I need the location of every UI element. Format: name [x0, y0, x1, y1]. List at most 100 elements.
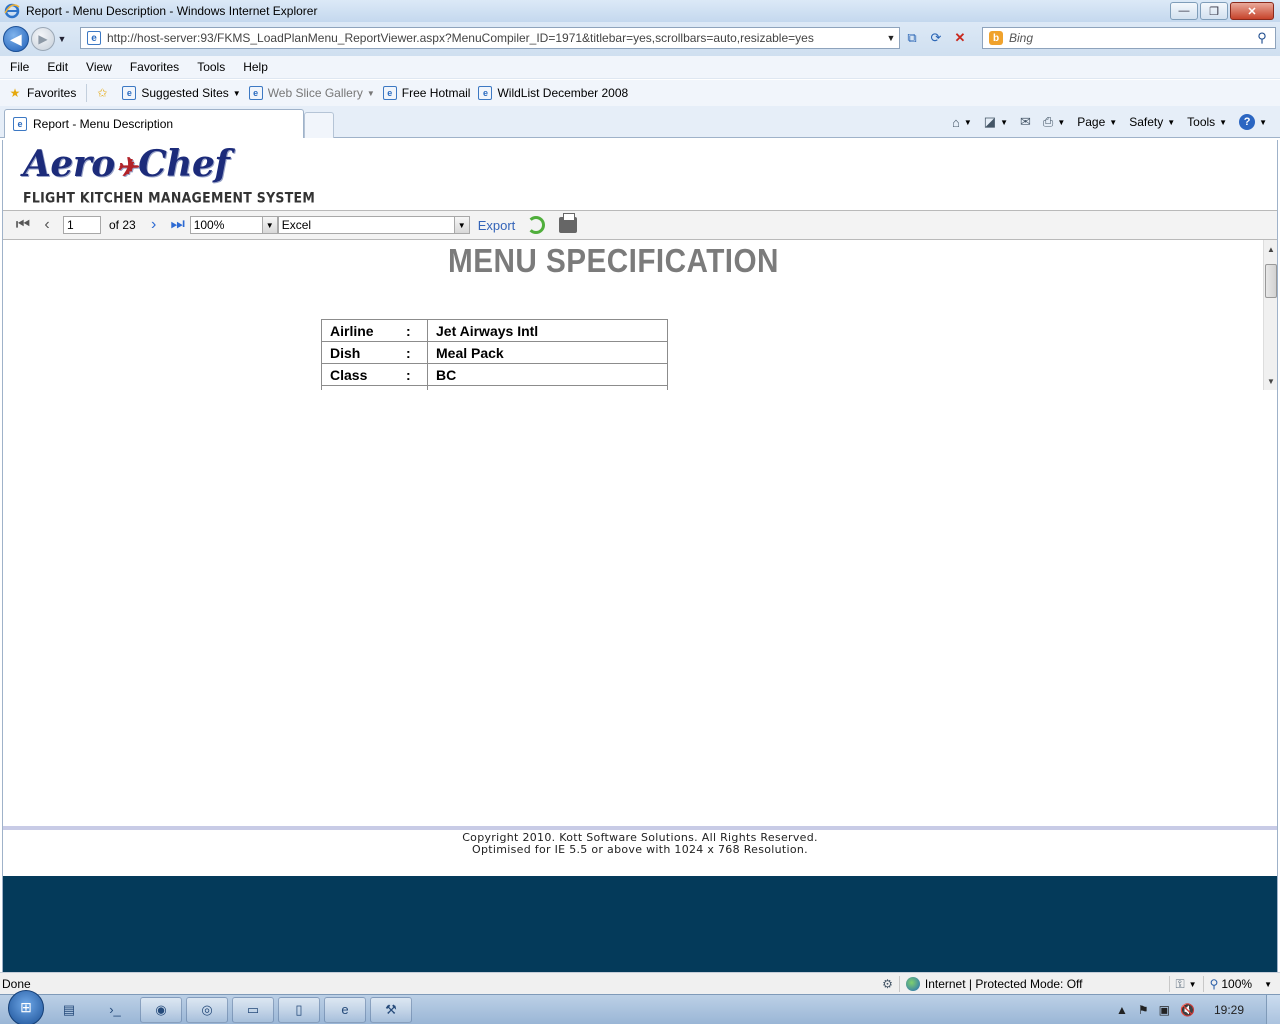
first-page-icon: ⏮	[15, 216, 31, 233]
export-format-select[interactable]: Excel ▼	[277, 216, 470, 234]
new-tab-button[interactable]	[304, 112, 334, 138]
current-page-input[interactable]: 1	[63, 216, 101, 234]
row-value: BC	[427, 363, 668, 386]
taskbar-explorer[interactable]: ▭	[232, 996, 274, 1023]
next-page-button[interactable]: ›	[142, 214, 166, 236]
row-key-cell: Class:	[321, 363, 428, 386]
fav-free-hotmail[interactable]: e Free Hotmail	[382, 86, 470, 100]
zoom-control[interactable]: ⚲ 100% ▼	[1210, 977, 1272, 991]
flag-icon[interactable]: ⚑	[1138, 1003, 1149, 1017]
tab-report[interactable]: e Report - Menu Description	[4, 109, 304, 138]
address-url[interactable]: http://host-server:93/FKMS_LoadPlanMenu_…	[107, 31, 883, 45]
add-ons-icon[interactable]: ⚙	[882, 977, 893, 991]
navigation-bar: ◀ ▶ ▼ e http://host-server:93/FKMS_LoadP…	[0, 22, 1280, 56]
menu-help[interactable]: Help	[233, 60, 276, 74]
address-bar[interactable]: e http://host-server:93/FKMS_LoadPlanMen…	[80, 27, 900, 49]
taskbar-notepad[interactable]: ▯	[278, 996, 320, 1023]
network-tray-icon[interactable]: ▣	[1159, 1003, 1170, 1017]
page-menu[interactable]: Page ▼	[1072, 115, 1122, 129]
taskbar-app-1[interactable]: ◉	[140, 996, 182, 1023]
chevron-down-icon: ▼	[963, 117, 972, 127]
first-page-button[interactable]: ⏮	[11, 214, 35, 236]
clock[interactable]: 19:29	[1214, 1003, 1244, 1017]
export-link[interactable]: Export	[478, 218, 516, 233]
home-button[interactable]: ⌂ ▼	[947, 115, 977, 130]
show-hidden-icons-icon[interactable]: ▲	[1116, 1003, 1128, 1017]
show-desktop-button[interactable]	[1266, 995, 1280, 1024]
back-button[interactable]: ◀	[3, 26, 29, 52]
window-title: Report - Menu Description - Windows Inte…	[26, 4, 318, 18]
security-zone[interactable]: Internet | Protected Mode: Off	[925, 977, 1083, 991]
start-button[interactable]: ⊞	[8, 989, 44, 1024]
scroll-down-icon[interactable]: ▼	[1264, 374, 1277, 388]
fav-suggested-sites[interactable]: e Suggested Sites ▼	[122, 86, 241, 100]
read-mail-button[interactable]: ✉	[1015, 114, 1036, 130]
table-row: Class: BC	[321, 363, 668, 386]
print-report-icon[interactable]	[559, 213, 578, 233]
print-button[interactable]: ⎙ ▼	[1038, 114, 1070, 130]
disk-icon: ◉	[155, 1001, 167, 1017]
favorites-button[interactable]: ★ Favorites	[8, 86, 77, 100]
help-icon: ?	[1239, 114, 1256, 130]
rss-icon: ◪	[983, 114, 997, 129]
page-content: Aero✈Chef FLIGHT KITCHEN MANAGEMENT SYST…	[2, 140, 1278, 972]
fav-label: Suggested Sites	[141, 86, 229, 100]
taskbar-internet-explorer[interactable]: e	[324, 996, 366, 1023]
compatibility-view-button[interactable]: ⧉	[902, 28, 922, 48]
refresh-report-icon[interactable]	[527, 216, 546, 234]
refresh-button[interactable]: ⟳	[926, 28, 946, 48]
search-icon[interactable]: ⚲	[1249, 30, 1275, 46]
scroll-up-icon[interactable]: ▲	[1264, 242, 1277, 256]
menu-bar: File Edit View Favorites Tools Help	[0, 56, 1280, 79]
tools-menu-label: Tools	[1187, 115, 1216, 129]
menu-favorites[interactable]: Favorites	[120, 60, 187, 74]
report-viewer-toolbar: ⏮ ‹ 1 of 23 › ⏭ 100% ▼ Excel ▼ Export	[3, 210, 1277, 240]
scroll-thumb[interactable]	[1265, 264, 1277, 298]
menu-view[interactable]: View	[76, 60, 120, 74]
stop-button[interactable]: ✕	[950, 28, 970, 48]
safety-menu[interactable]: Safety ▼	[1124, 115, 1180, 129]
last-page-button[interactable]: ⏭	[166, 214, 190, 236]
add-to-favorites-button[interactable]: ✩	[95, 86, 114, 100]
ie-page-icon: e	[122, 86, 137, 100]
fav-wildlist[interactable]: e WildList December 2008	[478, 86, 628, 100]
zoom-select[interactable]: 100% ▼	[189, 216, 278, 234]
zoom-level: 100%	[1221, 977, 1253, 991]
fav-label: Web Slice Gallery	[267, 86, 363, 100]
menu-tools[interactable]: Tools	[187, 60, 233, 74]
menu-file[interactable]: File	[0, 60, 37, 74]
taskbar-server-manager[interactable]: ▤	[48, 997, 90, 1023]
search-input[interactable]: Bing	[1009, 31, 1249, 45]
forward-button[interactable]: ▶	[31, 27, 55, 51]
feeds-button[interactable]: ◪ ▼	[979, 114, 1013, 130]
chevron-down-icon: ▼	[1000, 117, 1008, 127]
row-value: Meal Pack	[427, 341, 668, 364]
report-scrollbar[interactable]: ▲ ▼	[1263, 240, 1277, 390]
taskbar-tools[interactable]: ⚒	[370, 996, 412, 1023]
taskbar-powershell[interactable]: ›_	[94, 997, 136, 1023]
fav-web-slice-gallery[interactable]: e Web Slice Gallery ▼	[248, 86, 375, 100]
previous-page-button[interactable]: ‹	[35, 214, 59, 236]
favorites-bar: ★ Favorites ✩ e Suggested Sites ▼ e Web …	[0, 80, 1280, 106]
minimize-button[interactable]: —	[1170, 2, 1198, 20]
address-dropdown-icon[interactable]: ▼	[883, 33, 899, 43]
volume-muted-icon[interactable]: 🔇	[1180, 1003, 1195, 1017]
protected-mode-icon[interactable]: ⚿	[1176, 977, 1185, 992]
favorites-star-icon: ★	[9, 86, 21, 100]
restore-button[interactable]: ❐	[1200, 2, 1228, 20]
network-icon: ◎	[201, 1001, 213, 1017]
menu-edit[interactable]: Edit	[37, 60, 76, 74]
favorites-label: Favorites	[27, 86, 77, 100]
taskbar-app-2[interactable]: ◎	[186, 996, 228, 1023]
search-box[interactable]: b Bing ⚲	[982, 27, 1276, 49]
chevron-down-icon[interactable]: ▼	[1189, 980, 1197, 989]
title-bar: Report - Menu Description - Windows Inte…	[0, 0, 1280, 22]
powershell-icon: ›_	[109, 1002, 121, 1017]
back-arrow-icon: ◀	[10, 30, 22, 47]
help-button[interactable]: ? ▼	[1234, 114, 1272, 130]
tools-menu[interactable]: Tools ▼	[1182, 115, 1232, 129]
recent-pages-dropdown[interactable]: ▼	[55, 34, 69, 44]
footer-band	[3, 876, 1277, 972]
chevron-down-icon: ▼	[1057, 117, 1066, 127]
close-window-button[interactable]: ✕	[1230, 2, 1274, 20]
